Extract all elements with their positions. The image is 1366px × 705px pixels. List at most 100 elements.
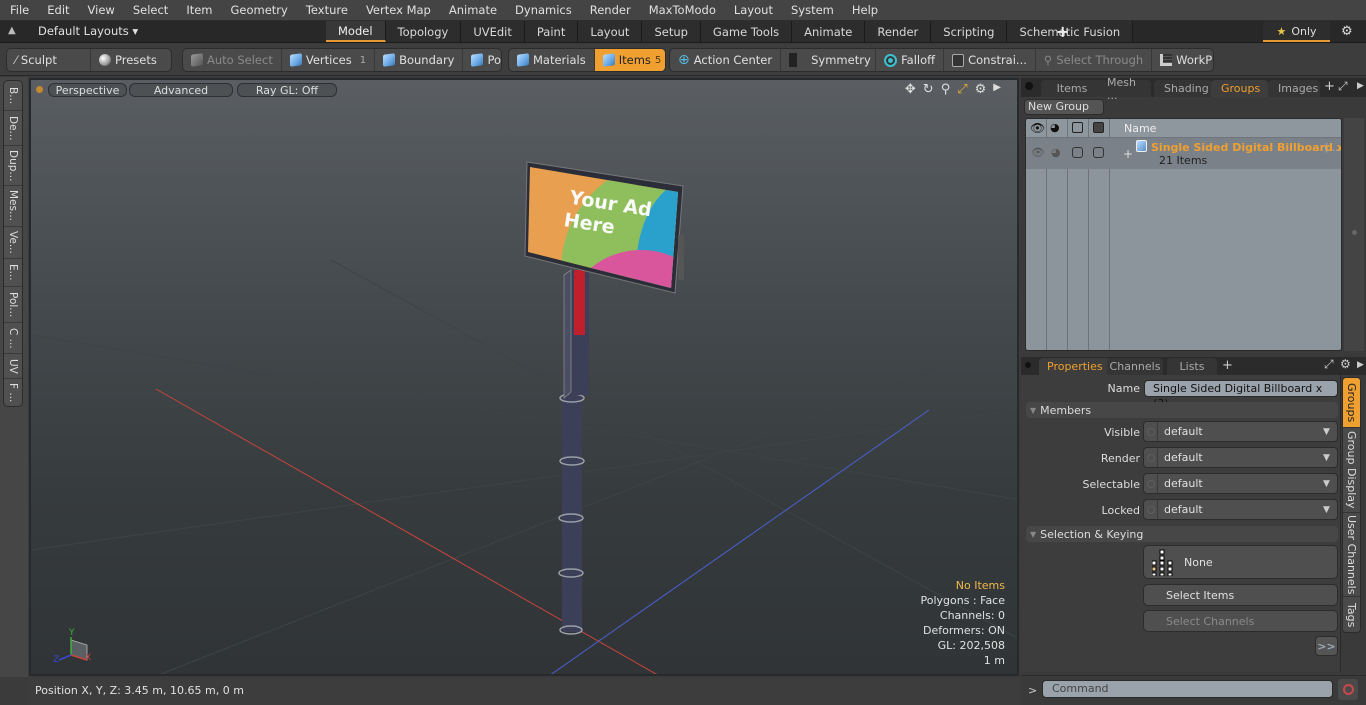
properties-menu-dot[interactable] (1025, 362, 1031, 368)
tab-animate[interactable]: Animate (792, 21, 866, 42)
menu-animate[interactable]: Animate (439, 3, 505, 17)
presets-button[interactable]: Presets (91, 49, 165, 71)
menu-vertex-map[interactable]: Vertex Map (356, 3, 439, 17)
left-tab-vertex[interactable]: Ve... (4, 227, 22, 259)
menu-layout[interactable]: Layout (724, 3, 781, 17)
3d-viewport[interactable]: Your Ad Here Y X Z Perspective Advanced … (29, 78, 1019, 676)
falloff-button[interactable]: Falloff (876, 49, 945, 71)
panel-menu-dot[interactable] (1025, 82, 1033, 90)
scroll-handle[interactable] (1352, 230, 1357, 235)
items-button[interactable]: Items 5 (594, 49, 665, 71)
maximize-view-icon[interactable]: ⤢ (957, 82, 967, 97)
sculpt-button[interactable]: ⁄ Sculpt (7, 49, 91, 71)
lock-column-cube-icon[interactable] (1093, 122, 1104, 133)
row-visibility-eye-icon[interactable]: 👁 (1031, 146, 1045, 159)
menu-dynamics[interactable]: Dynamics (505, 3, 580, 17)
left-tab-mesh-edit[interactable]: Mes... (4, 186, 22, 227)
viewport-menu-dot[interactable] (36, 86, 43, 93)
tab-render[interactable]: Render (865, 21, 932, 42)
tab-groups[interactable]: Groups (1211, 80, 1268, 97)
selectable-dropdown[interactable]: default ▼ (1143, 473, 1338, 494)
properties-expand-icon[interactable]: ▶ (1357, 360, 1364, 370)
panel-expand-icon[interactable]: ▶ (1357, 81, 1364, 91)
tab-scripting[interactable]: Scripting (931, 21, 1008, 42)
materials-button[interactable]: Materials (509, 49, 595, 71)
left-tab-fusion[interactable]: F ... (4, 379, 22, 406)
visible-dropdown[interactable]: default ▼ (1143, 421, 1338, 442)
constraints-button[interactable]: Constrai... (944, 49, 1036, 71)
menu-item[interactable]: Item (176, 3, 220, 17)
left-tab-duplicate[interactable]: Dup... (4, 146, 22, 186)
workplane-button[interactable]: WorkPlane (1152, 49, 1213, 71)
left-tab-uv[interactable]: UV (4, 354, 22, 379)
auto-select-button[interactable]: Auto Select (183, 49, 282, 71)
tab-lists[interactable]: Lists (1167, 358, 1217, 375)
collapse-up-icon[interactable]: ▲ (8, 25, 20, 39)
left-tab-curve[interactable]: C ... (4, 323, 22, 354)
tab-setup[interactable]: Setup (642, 21, 701, 42)
select-items-button[interactable]: Select Items (1143, 584, 1338, 606)
left-tab-deform[interactable]: De... (4, 111, 22, 146)
gear-icon[interactable]: ⚙ (1341, 24, 1353, 39)
symmetry-button[interactable]: Symmetry (781, 49, 877, 71)
tab-images[interactable]: Images (1268, 80, 1320, 97)
raygl-toggle[interactable]: Ray GL: Off (237, 83, 337, 97)
render-column-camera-icon[interactable]: ◕ (1050, 121, 1060, 134)
viewport-expand-icon[interactable]: ▶ (993, 82, 1001, 97)
group-row[interactable]: 👁 ◕ + Single Sided Digital Billboard x (… (1026, 138, 1341, 169)
menu-geometry[interactable]: Geometry (221, 3, 296, 17)
tab-game-tools[interactable]: Game Tools (700, 21, 793, 42)
tab-shading[interactable]: Shading (1154, 80, 1212, 97)
menu-select[interactable]: Select (123, 3, 176, 17)
render-dropdown[interactable]: default ▼ (1143, 447, 1338, 468)
selectable-key-icon[interactable] (1144, 474, 1158, 493)
maximize-properties-icon[interactable]: ⤢ (1324, 357, 1334, 372)
row-render-camera-icon[interactable]: ◕ (1051, 146, 1061, 159)
add-tab-button[interactable]: + (1056, 22, 1069, 41)
side-tab-groups[interactable]: Groups (1343, 378, 1360, 428)
more-button[interactable]: >> (1315, 636, 1338, 656)
new-group-button[interactable]: New Group (1024, 99, 1104, 115)
menu-edit[interactable]: Edit (37, 3, 77, 17)
left-tab-polygon[interactable]: Pol... (4, 287, 22, 323)
shading-dropdown[interactable]: Advanced (129, 83, 233, 97)
menu-help[interactable]: Help (842, 3, 886, 17)
viewport-gear-icon[interactable]: ⚙ (975, 82, 987, 97)
maximize-panel-icon[interactable]: ⤢ (1338, 79, 1348, 94)
view-mode-dropdown[interactable]: Perspective (48, 83, 127, 97)
polygons-button[interactable]: Polygons (463, 49, 501, 71)
tab-schematic-fusion[interactable]: Schematic Fusion (1007, 21, 1134, 42)
tab-uvedit[interactable]: UVEdit (461, 21, 525, 42)
visibility-column-eye-icon[interactable]: 👁 (1030, 121, 1045, 135)
move-view-icon[interactable]: ✥ (905, 82, 916, 97)
vertices-button[interactable]: Vertices 1 (282, 49, 376, 71)
members-section-header[interactable]: ▼ Members (1026, 402, 1338, 418)
select-channels-button[interactable]: Select Channels (1143, 610, 1338, 632)
expand-plus-icon[interactable]: + (1123, 147, 1133, 161)
keying-none-button[interactable]: None (1143, 545, 1338, 579)
name-column-header[interactable]: Name (1124, 122, 1156, 135)
command-input[interactable]: Command (1042, 680, 1333, 698)
group-name-field[interactable]: Single Sided Digital Billboard x (3) (1144, 380, 1338, 410)
tab-topology[interactable]: Topology (385, 21, 462, 42)
menu-maxtomodo[interactable]: MaxToModo (639, 3, 724, 17)
side-tab-user-channels[interactable]: User Channels (1343, 513, 1360, 597)
locked-key-icon[interactable] (1144, 500, 1158, 519)
rotate-view-icon[interactable]: ↻ (923, 82, 934, 97)
row-select-checkbox[interactable] (1072, 147, 1083, 158)
side-tab-group-display[interactable]: Group Display (1343, 428, 1360, 513)
zoom-view-icon[interactable]: ⚲ (941, 82, 951, 97)
record-macro-button[interactable] (1338, 679, 1358, 700)
tab-properties[interactable]: Properties (1039, 358, 1111, 375)
layout-dropdown[interactable]: Default Layouts ▾ (38, 24, 138, 38)
properties-gear-icon[interactable]: ⚙ (1340, 357, 1351, 371)
groups-list-scrollbar[interactable] (1344, 118, 1364, 351)
menu-render[interactable]: Render (580, 3, 639, 17)
tab-mesh[interactable]: Mesh ... (1097, 76, 1151, 102)
side-tab-tags[interactable]: Tags (1343, 597, 1360, 632)
select-column-cube-icon[interactable] (1072, 122, 1083, 133)
tab-paint[interactable]: Paint (524, 21, 579, 42)
locked-dropdown[interactable]: default ▼ (1143, 499, 1338, 520)
menu-file[interactable]: File (0, 3, 37, 17)
add-panel-tab-button[interactable]: + (1324, 79, 1335, 94)
